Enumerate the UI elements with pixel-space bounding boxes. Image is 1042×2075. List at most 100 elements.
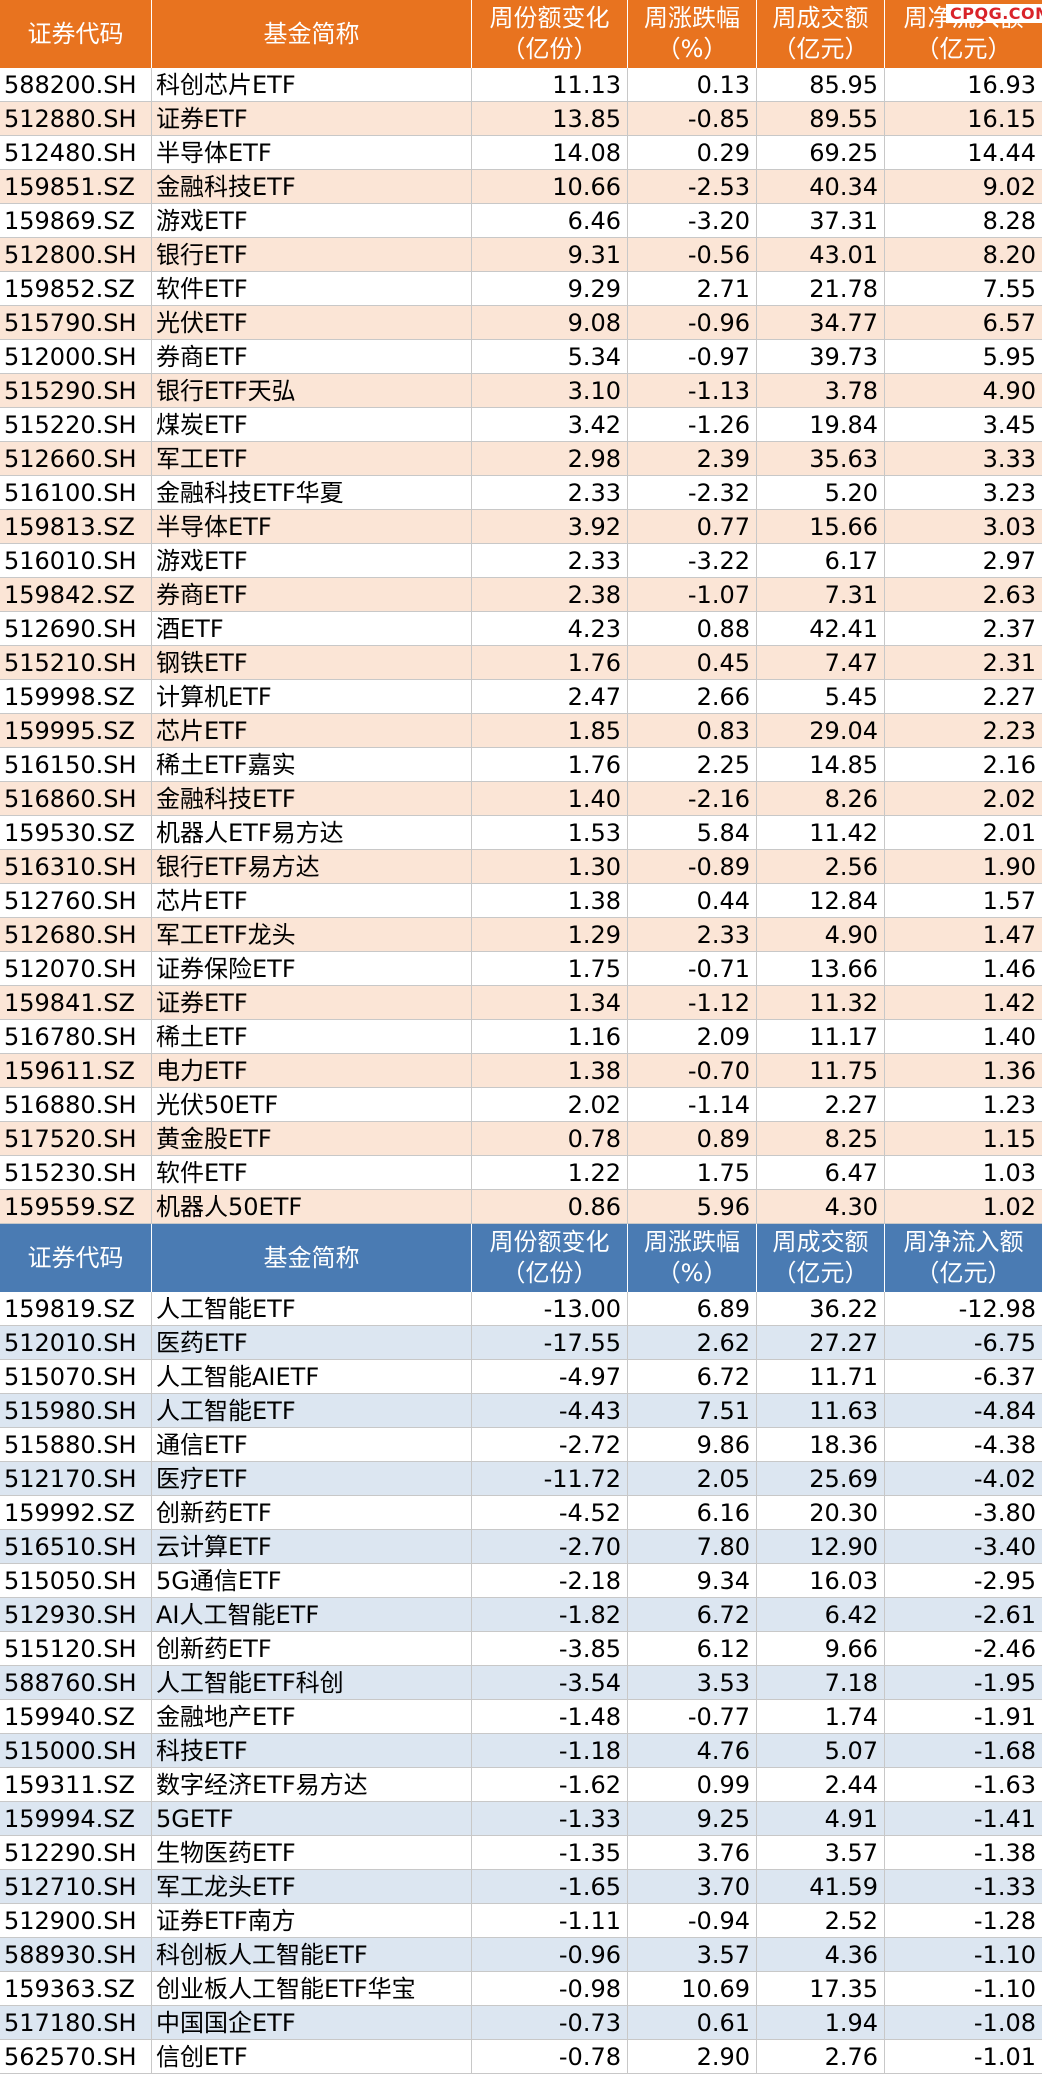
header-unit: （%） bbox=[656, 1259, 728, 1287]
cell-weekly-turnover: 14.85 bbox=[757, 748, 885, 781]
cell-net-inflow: 1.03 bbox=[982, 1159, 1036, 1187]
cell-weekly-turnover: 18.36 bbox=[757, 1428, 885, 1461]
cell-net-inflow: 1.46 bbox=[982, 955, 1036, 983]
cell-fund-name: 酒ETF bbox=[152, 612, 472, 645]
cell-security-code: 512880.SH bbox=[0, 102, 152, 135]
cell-net-inflow: 2.31 bbox=[982, 649, 1036, 677]
cell-security-code: 588760.SH bbox=[0, 1666, 152, 1699]
cell-security-code: 516880.SH bbox=[0, 1088, 152, 1121]
cell-fund-name: 5G通信ETF bbox=[152, 1564, 472, 1597]
cell-security-code: 512710.SH bbox=[0, 1870, 152, 1903]
cell-share-change: -0.73 bbox=[472, 2006, 628, 2039]
cell-weekly-turnover: 11.63 bbox=[757, 1394, 885, 1427]
cell-fund-name: 数字经济ETF易方达 bbox=[152, 1768, 472, 1801]
header-weekly-turnover: 周成交额 （亿元） bbox=[757, 1224, 885, 1292]
table-row: 517520.SH 黄金股ETF 0.78 0.89 8.25 1.15 bbox=[0, 1122, 1042, 1156]
cell-share-change: 1.34 bbox=[472, 986, 628, 1019]
cell-weekly-turnover: 8.25 bbox=[757, 1122, 885, 1155]
outflow-table: 证券代码 基金简称 周份额变化 （亿份） 周涨跌幅 （%） 周成交额 （亿元） 周净流… bbox=[0, 1224, 1042, 2074]
cell-net-inflow: -4.38 bbox=[973, 1431, 1036, 1459]
cell-share-change: -0.96 bbox=[472, 1938, 628, 1971]
table-row: 159819.SZ 人工智能ETF -13.00 6.89 36.22 -12.98 bbox=[0, 1292, 1042, 1326]
table-row: 159841.SZ 证券ETF 1.34 -1.12 11.32 1.42 bbox=[0, 986, 1042, 1020]
cell-share-change: 1.53 bbox=[472, 816, 628, 849]
inflow-table: 证券代码 基金简称 周份额变化（亿份） 周涨跌幅（%） 周成交额（亿元） 周净流… bbox=[0, 0, 1042, 1224]
table-row: 515220.SH 煤炭ETF 3.42 -1.26 19.84 3.45 bbox=[0, 408, 1042, 442]
table-row: 159363.SZ 创业板人工智能ETF华宝 -0.98 10.69 17.35 -1.1… bbox=[0, 1972, 1042, 2006]
cell-security-code: 515790.SH bbox=[0, 306, 152, 339]
table-row: 562570.SH 信创ETF -0.78 2.90 2.76 -1.01 bbox=[0, 2040, 1042, 2074]
cell-weekly-turnover: 4.30 bbox=[757, 1190, 885, 1223]
cell-weekly-turnover: 42.41 bbox=[757, 612, 885, 645]
cell-weekly-change-pct: -0.85 bbox=[628, 102, 757, 135]
cell-share-change: -1.65 bbox=[472, 1870, 628, 1903]
table-row: 515000.SH 科技ETF -1.18 4.76 5.07 -1.68 bbox=[0, 1734, 1042, 1768]
cell-fund-name: 机器人ETF易方达 bbox=[152, 816, 472, 849]
cell-security-code: 159995.SZ bbox=[0, 714, 152, 747]
cell-weekly-change-pct: 3.70 bbox=[628, 1870, 757, 1903]
header-share-change: 周份额变化 （亿份） bbox=[472, 1224, 628, 1292]
cell-share-change: -1.35 bbox=[472, 1836, 628, 1869]
cell-weekly-change-pct: 0.99 bbox=[628, 1768, 757, 1801]
header-net-inflow: 周净流入额 （亿元） bbox=[885, 1224, 1042, 1292]
header-label: 周份额变化 bbox=[489, 1228, 610, 1256]
table-row: 517180.SH 中国国企ETF -0.73 0.61 1.94 -1.08 bbox=[0, 2006, 1042, 2040]
cell-weekly-turnover: 12.84 bbox=[757, 884, 885, 917]
cell-weekly-turnover: 2.76 bbox=[757, 2040, 885, 2073]
cell-fund-name: 电力ETF bbox=[152, 1054, 472, 1087]
cell-security-code: 159869.SZ bbox=[0, 204, 152, 237]
cell-security-code: 515880.SH bbox=[0, 1428, 152, 1461]
cell-weekly-turnover: 4.91 bbox=[757, 1802, 885, 1835]
cell-fund-name: 煤炭ETF bbox=[152, 408, 472, 441]
cell-weekly-change-pct: -0.96 bbox=[628, 306, 757, 339]
cell-weekly-turnover: 1.74 bbox=[757, 1700, 885, 1733]
cell-net-inflow: 1.42 bbox=[982, 989, 1036, 1017]
cell-net-inflow: -1.91 bbox=[973, 1703, 1036, 1731]
cell-weekly-change-pct: -0.89 bbox=[628, 850, 757, 883]
cell-weekly-turnover: 7.47 bbox=[757, 646, 885, 679]
table-row: 512930.SH AI人工智能ETF -1.82 6.72 6.42 -2.61 bbox=[0, 1598, 1042, 1632]
cell-share-change: 0.86 bbox=[472, 1190, 628, 1223]
table-row: 512170.SH 医疗ETF -11.72 2.05 25.69 -4.02 bbox=[0, 1462, 1042, 1496]
cell-share-change: 14.08 bbox=[472, 136, 628, 169]
cell-weekly-change-pct: -1.07 bbox=[628, 578, 757, 611]
cell-fund-name: 金融科技ETF bbox=[152, 782, 472, 815]
cell-share-change: 1.38 bbox=[472, 884, 628, 917]
cell-net-inflow: -3.80 bbox=[973, 1499, 1036, 1527]
cell-fund-name: 银行ETF bbox=[152, 238, 472, 271]
table-row: 515290.SH 银行ETF天弘 3.10 -1.13 3.78 4.90 bbox=[0, 374, 1042, 408]
cell-weekly-change-pct: 7.51 bbox=[628, 1394, 757, 1427]
cell-fund-name: 软件ETF bbox=[152, 272, 472, 305]
table-row: 515980.SH 人工智能ETF -4.43 7.51 11.63 -4.84 bbox=[0, 1394, 1042, 1428]
cell-net-inflow: -1.68 bbox=[973, 1737, 1036, 1765]
cell-weekly-change-pct: 0.44 bbox=[628, 884, 757, 917]
cell-weekly-change-pct: 0.89 bbox=[628, 1122, 757, 1155]
cell-weekly-turnover: 27.27 bbox=[757, 1326, 885, 1359]
cell-fund-name: 证券ETF南方 bbox=[152, 1904, 472, 1937]
cell-share-change: -17.55 bbox=[472, 1326, 628, 1359]
cell-weekly-change-pct: 4.76 bbox=[628, 1734, 757, 1767]
cell-weekly-turnover: 9.66 bbox=[757, 1632, 885, 1665]
cell-weekly-change-pct: 2.33 bbox=[628, 918, 757, 951]
cell-fund-name: 金融科技ETF bbox=[152, 170, 472, 203]
cell-fund-name: 创业板人工智能ETF华宝 bbox=[152, 1972, 472, 2005]
cell-share-change: 9.31 bbox=[472, 238, 628, 271]
cell-weekly-turnover: 39.73 bbox=[757, 340, 885, 373]
cell-security-code: 159813.SZ bbox=[0, 510, 152, 543]
table-row: 516860.SH 金融科技ETF 1.40 -2.16 8.26 2.02 bbox=[0, 782, 1042, 816]
table-row: 512710.SH 军工龙头ETF -1.65 3.70 41.59 -1.33 bbox=[0, 1870, 1042, 1904]
cell-fund-name: 创新药ETF bbox=[152, 1496, 472, 1529]
cell-weekly-change-pct: 2.71 bbox=[628, 272, 757, 305]
cell-fund-name: 芯片ETF bbox=[152, 714, 472, 747]
cell-net-inflow: -2.46 bbox=[973, 1635, 1036, 1663]
table-row: 515120.SH 创新药ETF -3.85 6.12 9.66 -2.46 bbox=[0, 1632, 1042, 1666]
cell-weekly-turnover: 1.94 bbox=[757, 2006, 885, 2039]
cell-net-inflow: 1.47 bbox=[982, 921, 1036, 949]
cell-weekly-change-pct: 5.84 bbox=[628, 816, 757, 849]
cell-fund-name: 军工ETF龙头 bbox=[152, 918, 472, 951]
cell-fund-name: AI人工智能ETF bbox=[152, 1598, 472, 1631]
cell-share-change: 1.75 bbox=[472, 952, 628, 985]
header-share-change: 周份额变化 （亿份） bbox=[472, 0, 628, 68]
table-row: 515070.SH 人工智能AIETF -4.97 6.72 11.71 -6.37 bbox=[0, 1360, 1042, 1394]
cell-weekly-change-pct: 2.39 bbox=[628, 442, 757, 475]
